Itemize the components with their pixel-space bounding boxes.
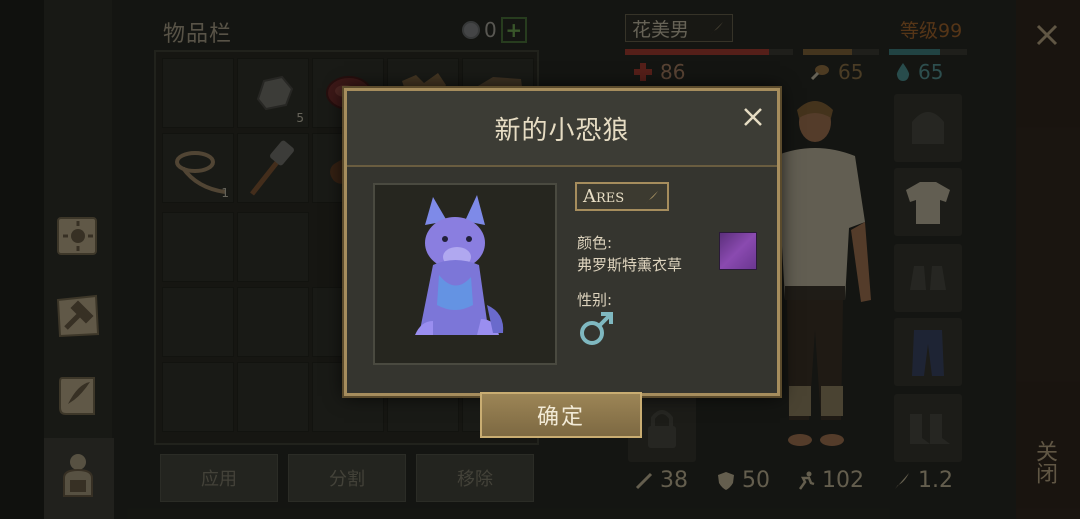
inventory-slot[interactable] — [162, 212, 234, 282]
game-screen: { "inventory": { "title": "物品栏", "curren… — [0, 0, 1080, 519]
thirst-value: 65 — [918, 60, 944, 84]
crafting-hammer-icon[interactable] — [50, 288, 106, 344]
character-name: 花美男 — [632, 18, 690, 41]
feather-edit-icon[interactable] — [708, 19, 726, 37]
new-pet-dialog: 新的小恐狼 Ares 颜色: 弗罗斯特薰衣草 性别: — [344, 88, 780, 396]
gem-icon — [462, 21, 480, 39]
hunger-stat: 65 — [810, 60, 863, 84]
shield-icon — [718, 471, 734, 490]
currency-display: 0 + — [462, 17, 527, 43]
defense-stat: 50 — [716, 468, 770, 493]
dialog-title: 新的小恐狼 — [494, 115, 630, 146]
add-currency-button[interactable]: + — [500, 17, 527, 43]
weight-stat: 1.2 — [892, 468, 953, 493]
pet-name: Ares — [583, 186, 625, 207]
shirt-icon — [906, 182, 950, 224]
health-value: 86 — [660, 60, 686, 84]
equip-slot-head[interactable] — [894, 94, 962, 162]
attack-value: 38 — [660, 468, 688, 493]
thirst-bar — [889, 49, 967, 55]
character-name-field[interactable]: 花美男 — [625, 14, 733, 42]
remove-button[interactable]: 移除 — [416, 454, 534, 502]
backpack-character-icon[interactable] — [50, 448, 106, 504]
pet-portrait — [373, 183, 557, 365]
stack-count: 5 — [296, 111, 304, 125]
color-swatch — [719, 232, 757, 270]
scroll-icon[interactable] — [50, 368, 106, 424]
close-icon[interactable] — [1030, 18, 1064, 52]
health-bar — [625, 49, 793, 55]
defense-value: 50 — [742, 468, 770, 493]
speed-value: 102 — [822, 468, 864, 493]
equip-slot-chest[interactable] — [894, 168, 962, 236]
level-label: 等级99 — [900, 20, 963, 42]
inventory-slot-hammer[interactable] — [237, 133, 309, 203]
color-value: 弗罗斯特薰衣草 — [577, 256, 683, 274]
running-icon — [798, 471, 815, 490]
thirst-stat: 65 — [896, 60, 943, 84]
inventory-slot[interactable] — [237, 362, 309, 432]
dialog-header: 新的小恐狼 — [347, 91, 777, 167]
health-cross-icon — [634, 63, 652, 81]
feather-icon — [895, 472, 909, 489]
split-button[interactable]: 分割 — [288, 454, 406, 502]
left-rail-edge — [0, 0, 44, 519]
hunger-value: 65 — [838, 60, 864, 84]
health-stat: 86 — [634, 60, 685, 84]
color-label: 颜色: — [577, 234, 613, 252]
weight-value: 1.2 — [918, 468, 953, 493]
helmet-icon — [912, 112, 944, 144]
inventory-slot[interactable] — [162, 58, 234, 128]
feather-edit-icon[interactable] — [643, 188, 661, 206]
apply-button[interactable]: 应用 — [160, 454, 278, 502]
close-icon[interactable] — [741, 105, 765, 129]
journal-sun-icon[interactable] — [50, 208, 106, 264]
equip-slot-hands[interactable] — [894, 244, 962, 312]
hammer-icon — [250, 140, 294, 196]
inventory-slot-rope[interactable]: 1 — [162, 133, 234, 203]
inventory-slot[interactable] — [237, 287, 309, 357]
boots-icon — [910, 414, 950, 444]
inventory-title: 物品栏 — [163, 22, 233, 47]
wolf-pup-image — [415, 195, 504, 335]
speed-stat: 102 — [796, 468, 864, 493]
hunger-bar — [803, 49, 879, 55]
water-drop-icon — [896, 63, 910, 81]
equip-slot-legs[interactable] — [894, 318, 962, 386]
inventory-slot-stone[interactable]: 5 — [237, 58, 309, 128]
male-symbol-icon — [580, 312, 613, 345]
stack-count: 1 — [221, 186, 229, 200]
meat-leg-icon — [810, 65, 829, 81]
gloves-icon — [910, 266, 946, 290]
sword-icon — [635, 472, 653, 489]
close-button[interactable]: 关闭 — [1032, 440, 1060, 484]
currency-count: 0 — [484, 18, 497, 42]
equip-slot-feet[interactable] — [894, 394, 962, 462]
inventory-slot[interactable] — [162, 287, 234, 357]
inventory-slot[interactable] — [237, 212, 309, 282]
confirm-button[interactable]: 确定 — [480, 392, 642, 438]
pet-name-field[interactable]: Ares — [575, 182, 669, 211]
attack-stat: 38 — [634, 468, 688, 493]
pants-icon — [912, 330, 944, 376]
inventory-slot[interactable] — [162, 362, 234, 432]
gender-label: 性别: — [577, 291, 613, 309]
